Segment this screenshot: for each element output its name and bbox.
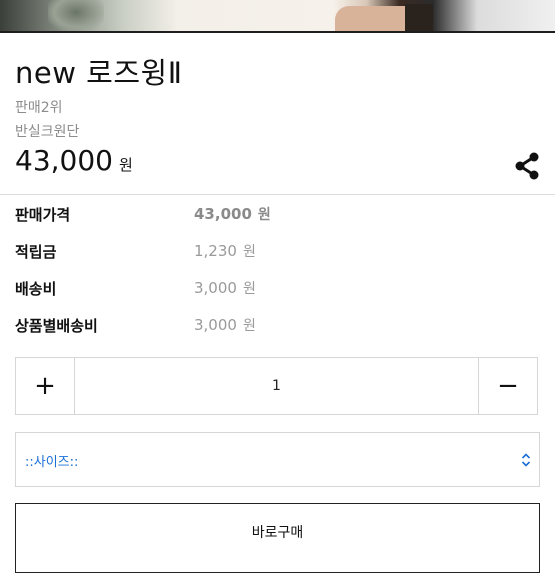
info-value: 43,000 원 bbox=[194, 205, 271, 223]
buy-now-button[interactable]: 바로구매 bbox=[15, 503, 540, 573]
product-fabric: 반실크원단 bbox=[15, 124, 80, 140]
price-currency: 원 bbox=[118, 156, 133, 174]
info-label: 배송비 bbox=[15, 280, 57, 298]
info-label: 판매가격 bbox=[15, 206, 71, 224]
product-image bbox=[0, 0, 555, 31]
info-label: 상품별배송비 bbox=[15, 317, 98, 335]
info-label: 적립금 bbox=[15, 243, 57, 261]
updown-chevron-icon bbox=[521, 453, 531, 467]
share-button[interactable] bbox=[512, 151, 542, 181]
info-value: 3,000 원 bbox=[194, 316, 256, 334]
quantity-increase-button[interactable]: + bbox=[16, 358, 75, 414]
image-bottom-edge bbox=[0, 31, 555, 33]
info-row-item-shipping: 상품별배송비 3,000 원 bbox=[0, 315, 555, 339]
info-row-points: 적립금 1,230 원 bbox=[0, 241, 555, 265]
quantity-stepper: + 1 − bbox=[15, 357, 538, 415]
price-display: 43,000 원 bbox=[15, 144, 133, 177]
size-select-value: ::사이즈:: bbox=[25, 455, 79, 470]
size-select[interactable]: ::사이즈:: bbox=[15, 432, 540, 487]
section-divider bbox=[0, 194, 555, 195]
info-value: 1,230 원 bbox=[194, 242, 256, 260]
info-row-sale-price: 판매가격 43,000 원 bbox=[0, 204, 555, 228]
quantity-decrease-button[interactable]: − bbox=[478, 358, 537, 414]
product-rank: 판매2위 bbox=[15, 100, 63, 116]
quantity-value[interactable]: 1 bbox=[75, 358, 478, 414]
share-icon bbox=[515, 152, 539, 180]
info-row-shipping: 배송비 3,000 원 bbox=[0, 278, 555, 302]
buy-now-label: 바로구매 bbox=[251, 525, 304, 541]
price-amount: 43,000 bbox=[15, 144, 113, 177]
product-title: new 로즈윙Ⅱ bbox=[15, 56, 183, 90]
info-value: 3,000 원 bbox=[194, 279, 256, 297]
